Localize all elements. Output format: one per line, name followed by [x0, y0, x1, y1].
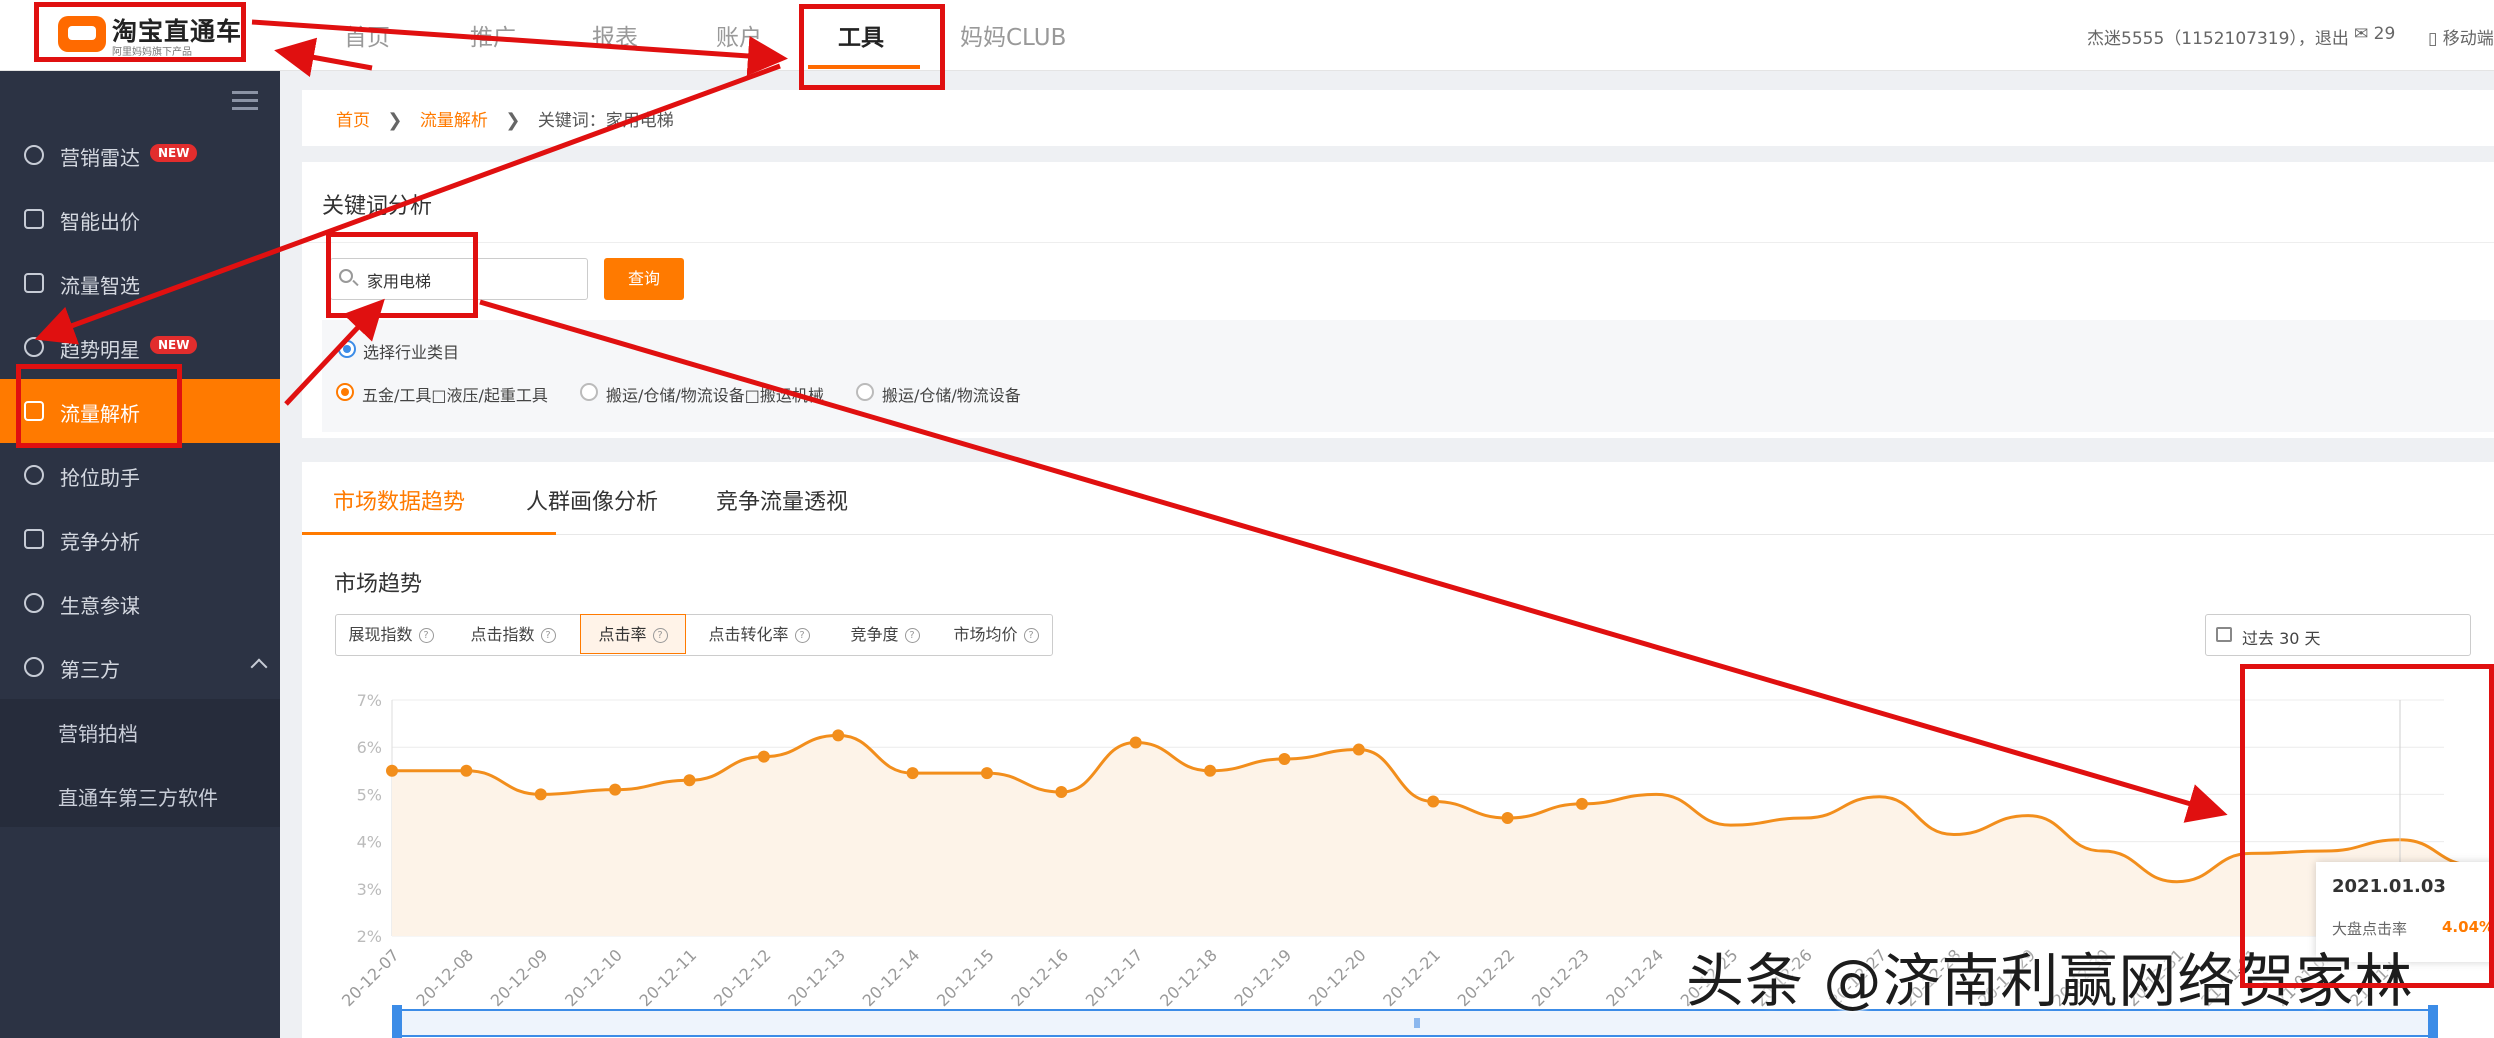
industry-selector	[322, 320, 2494, 432]
nav-home[interactable]: 首页	[344, 18, 390, 52]
date-range-label: 过去 30 天	[2242, 629, 2321, 648]
hand-icon	[24, 465, 44, 485]
chevron-right-icon: ❯	[387, 110, 403, 131]
menu-collapse-icon[interactable]	[232, 91, 258, 113]
sidebar-item-marketing-radar[interactable]: 营销雷达 NEW	[0, 123, 280, 187]
category-label-3[interactable]: 搬运/仓储/物流设备	[882, 382, 1021, 406]
chevron-up-icon[interactable]	[250, 658, 268, 676]
category-radio-1[interactable]	[336, 383, 354, 401]
top-bar: 淘宝直通车 阿里妈妈旗下产品 首页 推广 报表 账户 工具 妈妈CLUB 杰迷5…	[0, 0, 2494, 71]
tab-audience-profile[interactable]: 人群画像分析	[526, 484, 658, 516]
sidebar-item-label: 智能出价	[60, 210, 140, 234]
sidebar: 营销雷达 NEW 智能出价 流量智选 趋势明星 NEW 流量解析 抢位助手 竞争…	[0, 71, 280, 1038]
divider	[302, 242, 2494, 243]
sidebar-subitem-marketing-partner[interactable]: 营销拍档	[0, 699, 280, 763]
bid-icon	[24, 209, 44, 229]
mail-icon: ✉	[2354, 24, 2369, 44]
breadcrumb-section[interactable]: 流量解析	[420, 111, 488, 131]
metric-selector: 展现指数? 点击指数? 点击率? 点击转化率? 竞争度? 市场均价?	[335, 614, 1053, 656]
sidebar-subitem-third-party-software[interactable]: 直通车第三方软件	[0, 763, 280, 827]
date-range-picker[interactable]: 过去 30 天	[2205, 614, 2471, 656]
sidebar-item-third-party[interactable]: 第三方	[0, 635, 280, 699]
sidebar-item-position-helper[interactable]: 抢位助手	[0, 443, 280, 507]
annotation-box-tools	[799, 4, 945, 90]
market-trend-title: 市场趋势	[334, 572, 423, 597]
messages[interactable]: ✉ 29	[2354, 24, 2395, 44]
sidebar-item-label: 营销雷达	[60, 146, 140, 170]
chevron-right-icon: ❯	[505, 110, 521, 131]
nav-account[interactable]: 账户	[716, 18, 762, 52]
help-icon: ?	[540, 628, 556, 643]
metric-avg-price[interactable]: 市场均价?	[940, 615, 1052, 655]
help-icon: ?	[418, 628, 434, 643]
keyword-section-title: 关键词分析	[322, 194, 433, 219]
sidebar-item-competition[interactable]: 竞争分析	[0, 507, 280, 571]
user-info[interactable]: 杰迷5555（1152107319），退出	[2087, 24, 2349, 49]
tab-competition-traffic[interactable]: 竞争流量透视	[716, 484, 848, 516]
metric-conversion[interactable]: 点击转化率?	[688, 615, 830, 655]
sidebar-item-business-advisor[interactable]: 生意参谋	[0, 571, 280, 635]
sidebar-subitem-label: 直通车第三方软件	[58, 786, 218, 810]
sidebar-item-label: 流量智选	[60, 274, 140, 298]
annotation-box-search	[326, 232, 478, 318]
metric-ctr[interactable]: 点击率?	[580, 614, 686, 654]
compass-icon	[24, 337, 44, 357]
sidebar-subitem-label: 营销拍档	[58, 722, 138, 746]
sidebar-item-label: 抢位助手	[60, 466, 140, 490]
tab-active-indicator	[302, 532, 556, 535]
category-label-2[interactable]: 搬运/仓储/物流设备□搬运机械	[606, 382, 824, 406]
phone-icon: ▯	[2428, 29, 2438, 49]
new-badge: NEW	[150, 144, 198, 162]
category-label-1[interactable]: 五金/工具□液压/起重工具	[362, 382, 548, 406]
category-radio-3[interactable]	[856, 383, 874, 401]
annotation-box-logo	[34, 2, 246, 62]
calendar-icon	[2216, 627, 2232, 642]
sidebar-item-label: 趋势明星	[60, 338, 140, 362]
category-radio-2[interactable]	[580, 383, 598, 401]
nav-report[interactable]: 报表	[592, 18, 638, 52]
help-icon: ?	[652, 628, 668, 643]
industry-label: 选择行业类目	[363, 343, 460, 362]
help-icon: ?	[794, 628, 810, 643]
metric-click-index[interactable]: 点击指数?	[448, 615, 578, 655]
tab-market-trend[interactable]: 市场数据趋势	[333, 484, 465, 516]
sidebar-item-traffic-select[interactable]: 流量智选	[0, 251, 280, 315]
mobile-label: 移动端	[2442, 29, 2494, 49]
breadcrumb-current: 关键词：家用电梯	[537, 111, 674, 131]
sidebar-item-label: 生意参谋	[60, 594, 140, 618]
annotation-box-tooltip	[2240, 664, 2494, 988]
traffic-select-icon	[24, 273, 44, 293]
nav-promote[interactable]: 推广	[470, 18, 516, 52]
metric-impression-index[interactable]: 展现指数?	[336, 615, 446, 655]
new-badge: NEW	[150, 336, 198, 354]
tab-divider	[302, 534, 2494, 535]
mobile-link[interactable]: ▯ 移动端	[2428, 24, 2494, 49]
metric-competition[interactable]: 竞争度?	[832, 615, 938, 655]
radar-icon	[24, 145, 44, 165]
annotation-box-traffic-analysis	[16, 364, 182, 448]
breadcrumb-panel: 首页 ❯ 流量解析 ❯ 关键词：家用电梯	[302, 90, 2494, 146]
sidebar-item-smart-bid[interactable]: 智能出价	[0, 187, 280, 251]
message-count: 29	[2373, 24, 2396, 44]
help-icon: ?	[904, 628, 920, 643]
sidebar-item-label: 第三方	[60, 658, 120, 682]
industry-radio[interactable]	[338, 340, 356, 358]
breadcrumb-home[interactable]: 首页	[336, 111, 370, 131]
competition-icon	[24, 529, 44, 549]
nav-mama-club[interactable]: 妈妈CLUB	[960, 18, 1066, 52]
breadcrumb: 首页 ❯ 流量解析 ❯ 关键词：家用电梯	[336, 106, 674, 131]
business-icon	[24, 593, 44, 613]
third-party-icon	[24, 657, 44, 677]
sidebar-item-label: 竞争分析	[60, 530, 140, 554]
help-icon: ?	[1023, 628, 1039, 643]
query-button[interactable]: 查询	[604, 258, 684, 300]
